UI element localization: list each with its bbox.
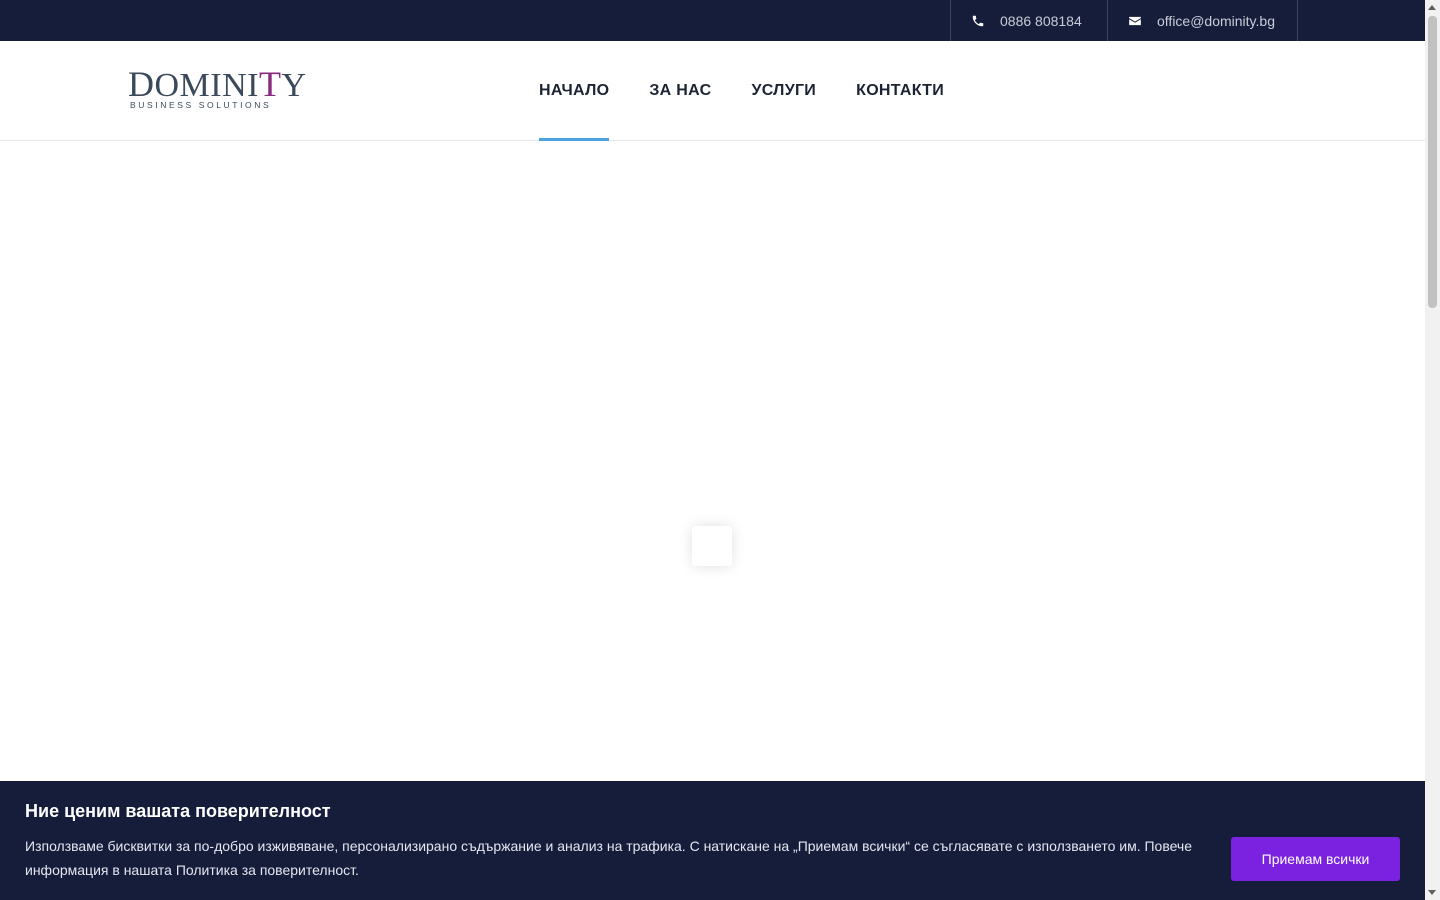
page-loader	[692, 526, 732, 566]
phone-number: 0886 808184	[1000, 12, 1082, 29]
scrollbar[interactable]	[1425, 0, 1440, 900]
top-contact-bar: 0886 808184 office@dominity.bg	[0, 0, 1425, 41]
phone-contact[interactable]: 0886 808184	[950, 0, 1108, 41]
cookie-text: Използваме бисквитки за по-добро изживяв…	[25, 838, 1193, 878]
scroll-thumb[interactable]	[1428, 16, 1437, 308]
scroll-down-arrow-icon[interactable]	[1428, 890, 1436, 895]
logo[interactable]: DOMINITY BUSINESS SOLUTIONS	[128, 64, 307, 115]
phone-icon	[971, 14, 985, 28]
accept-all-button[interactable]: Приемам всички	[1231, 837, 1400, 881]
main-nav: НАЧАЛО ЗА НАС УСЛУГИ КОНТАКТИ	[539, 41, 984, 141]
nav-item-services[interactable]: УСЛУГИ	[751, 41, 816, 140]
scroll-up-arrow-icon[interactable]	[1428, 5, 1436, 10]
site-header: DOMINITY BUSINESS SOLUTIONS НАЧАЛО ЗА НА…	[0, 41, 1425, 141]
cookie-banner: Ние ценим вашата поверителност Използвам…	[0, 781, 1425, 900]
email-address: office@dominity.bg	[1157, 12, 1275, 29]
logo-wordmark: DOMINITY	[128, 64, 307, 104]
logo-tagline: BUSINESS SOLUTIONS	[130, 100, 272, 110]
nav-item-home[interactable]: НАЧАЛО	[539, 41, 610, 141]
email-contact[interactable]: office@dominity.bg	[1107, 0, 1298, 41]
envelope-icon	[1128, 14, 1142, 28]
cookie-title: Ние ценим вашата поверителност	[25, 801, 331, 821]
nav-item-contacts[interactable]: КОНТАКТИ	[856, 41, 944, 140]
nav-item-about[interactable]: ЗА НАС	[649, 41, 711, 140]
